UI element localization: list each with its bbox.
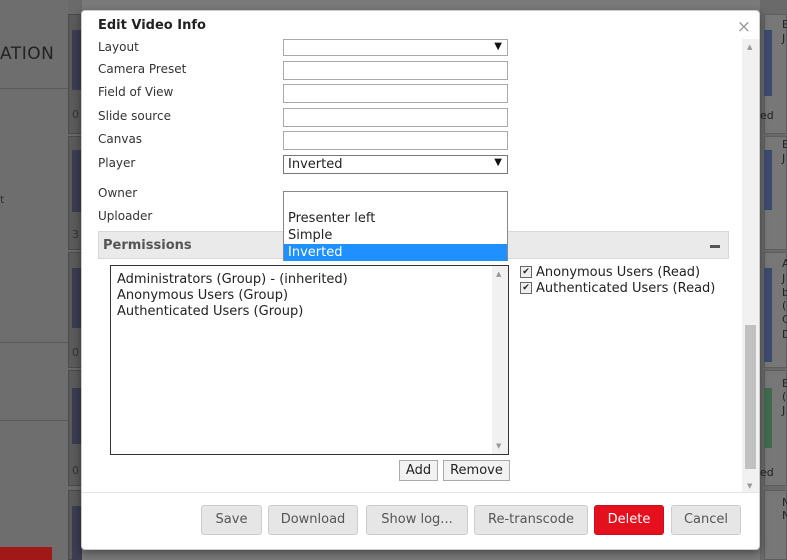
background-page-title: ATION (0, 44, 55, 64)
scroll-down-icon[interactable]: ▼ (496, 442, 501, 450)
background-divider (0, 88, 68, 89)
background-text: ed (760, 466, 774, 479)
camera-preset-input[interactable] (283, 61, 508, 80)
background-text: J (782, 272, 786, 285)
background-text: D (782, 328, 787, 341)
background-text: ( (782, 390, 787, 403)
background-text: N (782, 496, 787, 509)
anonymous-read-checkbox[interactable]: ✔ Anonymous Users (Read) (520, 265, 700, 280)
dropdown-arrow-icon: ▼ (494, 41, 502, 52)
field-label-slide-source: Slide source (98, 109, 171, 123)
background-text: A (782, 257, 787, 270)
permissions-title: Permissions (103, 238, 192, 253)
scroll-up-icon[interactable]: ▲ (496, 270, 501, 278)
dialog-title: Edit Video Info (98, 18, 206, 33)
background-text: ed (760, 109, 774, 122)
dropdown-arrow-icon: ▼ (494, 157, 502, 168)
show-log-button[interactable]: Show log... (366, 505, 468, 535)
dialog-body[interactable]: Layout ▼ Camera Preset Field of View Sli… (82, 39, 759, 493)
field-label-canvas: Canvas (98, 132, 143, 146)
background-text: N (782, 509, 787, 522)
field-label-layout: Layout (98, 40, 139, 54)
background-text: t (0, 193, 5, 206)
player-dropdown-list[interactable]: Presenter left Simple Inverted (283, 191, 508, 261)
canvas-input[interactable] (283, 131, 508, 150)
background-thumbnail (764, 30, 772, 96)
field-label-uploader: Uploader (98, 209, 153, 223)
background-text: J (782, 152, 786, 165)
field-label-player: Player (98, 156, 136, 170)
retranscode-button[interactable]: Re-transcode (474, 505, 588, 535)
slide-source-input[interactable] (283, 108, 508, 127)
list-item[interactable]: Administrators (Group) - (inherited) (117, 272, 348, 287)
player-select-value: Inverted (288, 157, 343, 172)
listbox-scrollbar[interactable]: ▲ ▼ (492, 266, 508, 454)
background-text: E (782, 138, 787, 151)
background-tile-count: 3 (72, 228, 79, 241)
dialog-scrollbar[interactable]: ▲ ▼ (742, 39, 759, 493)
download-button[interactable]: Download (268, 505, 358, 535)
field-of-view-input[interactable] (283, 84, 508, 103)
remove-button[interactable]: Remove (443, 460, 510, 481)
background-tile-count: 0 (72, 346, 79, 359)
list-item[interactable]: Authenticated Users (Group) (117, 304, 303, 319)
delete-button[interactable]: Delete (594, 505, 664, 535)
background-divider (0, 420, 68, 421)
save-button[interactable]: Save (201, 505, 262, 535)
background-text: J (782, 404, 786, 417)
background-text: J (782, 32, 786, 45)
background-text: b (782, 286, 787, 299)
dialog-footer: Save Download Show log... Re-transcode D… (82, 492, 759, 550)
cancel-button[interactable]: Cancel (671, 505, 741, 535)
checkbox-checked-icon[interactable]: ✔ (520, 281, 532, 294)
list-item[interactable]: Anonymous Users (Group) (117, 288, 288, 303)
background-thumbnail (764, 150, 772, 210)
checkbox-label: Authenticated Users (Read) (536, 281, 716, 296)
background-text: C (782, 313, 787, 326)
scroll-down-icon[interactable]: ▼ (747, 482, 752, 490)
layout-select[interactable]: ▼ (283, 39, 508, 56)
checkbox-checked-icon[interactable]: ✔ (520, 265, 532, 278)
scrollbar-thumb[interactable] (745, 325, 756, 469)
background-tile-count: 0 (72, 464, 79, 477)
background-divider (0, 342, 68, 343)
background-red-button[interactable] (0, 547, 52, 560)
background-text: E (782, 18, 787, 31)
dropdown-option-inverted[interactable]: Inverted (284, 244, 507, 261)
background-tile-count: 0 (72, 108, 79, 121)
add-button[interactable]: Add (399, 460, 438, 481)
field-label-camera-preset: Camera Preset (98, 62, 187, 76)
scroll-up-icon[interactable]: ▲ (747, 43, 752, 51)
permissions-listbox[interactable]: Administrators (Group) - (inherited) Ano… (110, 265, 509, 455)
collapse-minus-icon[interactable] (710, 245, 720, 248)
field-label-field-of-view: Field of View (98, 85, 174, 99)
edit-video-dialog: Edit Video Info × Layout ▼ Camera Preset… (81, 10, 760, 550)
background-text: E (782, 377, 787, 390)
background-thumbnail (764, 268, 772, 362)
background-left-panel: ATION t (0, 0, 68, 560)
authenticated-read-checkbox[interactable]: ✔ Authenticated Users (Read) (520, 281, 715, 296)
close-icon[interactable]: × (737, 17, 751, 37)
dropdown-option-presenter-left[interactable]: Presenter left (284, 210, 507, 227)
player-select[interactable]: Inverted ▼ (283, 155, 508, 174)
background-text: ( (782, 299, 787, 312)
checkbox-label: Anonymous Users (Read) (536, 265, 701, 280)
dropdown-option-simple[interactable]: Simple (284, 227, 507, 244)
background-thumbnail (764, 388, 772, 448)
dropdown-option-empty[interactable] (284, 193, 507, 210)
field-label-owner: Owner (98, 186, 138, 200)
